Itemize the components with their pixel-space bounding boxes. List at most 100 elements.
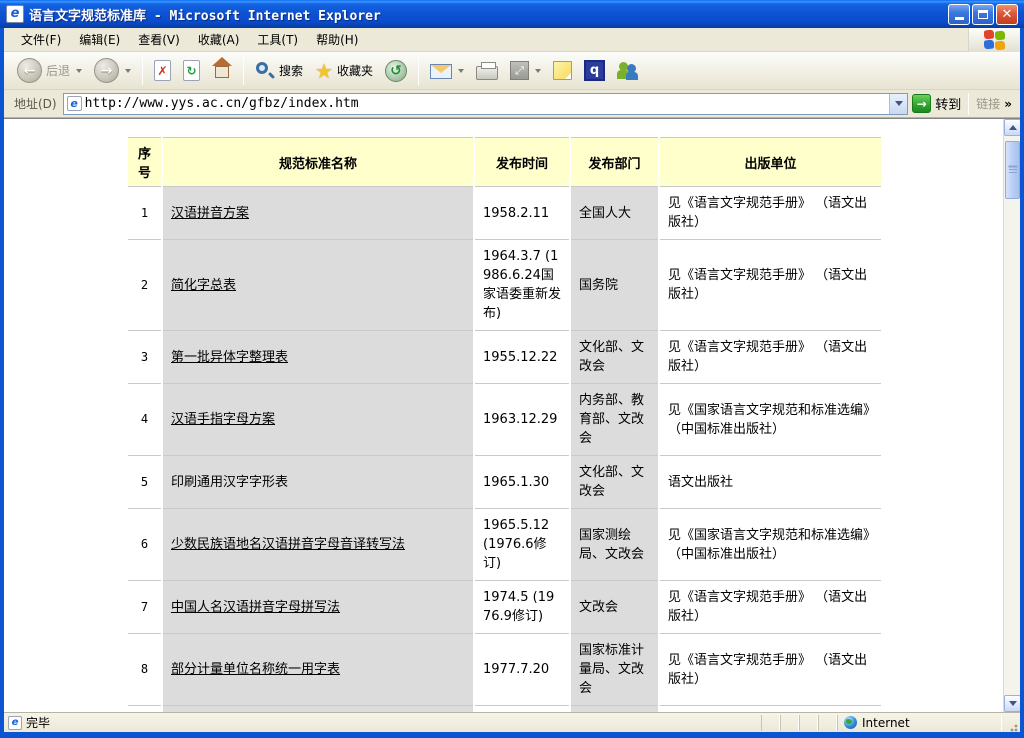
table-row: 1汉语拼音方案1958.2.11全国人大见《语言文字规范手册》 （语文出版社）: [128, 187, 881, 240]
edit-dropdown-icon: [535, 69, 541, 73]
close-button[interactable]: ✕: [996, 4, 1018, 25]
standard-link[interactable]: 汉语手指字母方案: [171, 412, 275, 427]
department-cell: 国家标准计量局、文改会: [571, 634, 658, 706]
forward-button[interactable]: →: [89, 56, 136, 85]
scroll-down-button[interactable]: [1004, 695, 1021, 712]
table-row: 3第一批异体字整理表1955.12.22文化部、文改会见《语言文字规范手册》 （…: [128, 331, 881, 384]
name-cell: 简化字总表: [163, 240, 473, 331]
column-header: 序号: [128, 137, 161, 187]
serial-cell: 4: [128, 384, 161, 456]
standard-link[interactable]: 简化字总表: [171, 278, 236, 293]
publisher-cell: 见《语言文字规范手册》 （语文出版社）: [660, 240, 881, 331]
name-cell: 印刷通用汉字字形表: [163, 456, 473, 509]
history-button[interactable]: ↺: [380, 58, 412, 84]
date-cell: 1965.1.30: [475, 456, 569, 509]
web-page: 序号规范标准名称发布时间发布部门出版单位 1汉语拼音方案1958.2.11全国人…: [4, 119, 1003, 712]
mail-button[interactable]: [425, 60, 469, 81]
standards-table: 序号规范标准名称发布时间发布部门出版单位 1汉语拼音方案1958.2.11全国人…: [126, 137, 883, 712]
links-label[interactable]: 链接: [972, 95, 1004, 112]
table-row: 5印刷通用汉字字形表1965.1.30文化部、文改会语文出版社: [128, 456, 881, 509]
scroll-up-button[interactable]: [1004, 119, 1021, 136]
arrow-up-icon: [1009, 125, 1017, 130]
standard-link[interactable]: 部分计量单位名称统一用字表: [171, 662, 340, 677]
edit-button[interactable]: ⤢: [505, 59, 546, 82]
department-cell: 国家测绘局、文改会: [571, 509, 658, 581]
mail-icon: [430, 64, 452, 79]
discuss-button[interactable]: [548, 59, 577, 82]
maximize-button[interactable]: [972, 4, 994, 25]
name-cell: 汉语手指字母方案: [163, 384, 473, 456]
toolbar-separator: [243, 57, 244, 85]
department-cell: 文化部、文改会: [571, 331, 658, 384]
home-button[interactable]: [207, 58, 237, 83]
standards-table-body: 1汉语拼音方案1958.2.11全国人大见《语言文字规范手册》 （语文出版社）2…: [128, 187, 881, 712]
back-label: 后退: [46, 62, 70, 79]
name-cell: 第一批异体字整理表: [163, 331, 473, 384]
resize-grip[interactable]: [1006, 720, 1018, 732]
stop-button[interactable]: ✗: [149, 58, 176, 83]
window-frame-left: [0, 28, 4, 738]
refresh-button[interactable]: ↻: [178, 58, 205, 83]
history-icon: ↺: [385, 60, 407, 82]
status-text: 完毕: [26, 714, 50, 731]
serial-cell: 6: [128, 509, 161, 581]
menu-item-2[interactable]: 查看(V): [129, 28, 189, 51]
home-icon: [212, 63, 232, 81]
messenger-icon: [617, 61, 639, 81]
mail-dropdown-icon: [458, 69, 464, 73]
serial-cell: 5: [128, 456, 161, 509]
vertical-scrollbar[interactable]: [1003, 119, 1020, 712]
menu-item-0[interactable]: 文件(F): [12, 28, 70, 51]
publisher-cell: 见《语言文字规范手册》 （语文出版社）: [660, 187, 881, 240]
window-frame-bottom: [0, 732, 1024, 738]
name-cell: 中国人名汉语拼音字母拼写法: [163, 581, 473, 634]
links-chevron-icon[interactable]: »: [1004, 97, 1016, 111]
note-icon: [553, 61, 572, 80]
status-subpane: [780, 715, 799, 731]
scrollbar-thumb[interactable]: [1005, 141, 1020, 199]
standard-link[interactable]: 第一批异体字整理表: [171, 350, 288, 365]
publisher-cell: 见《国家语言文字规范和标准选编》（中国标准出版社）: [660, 384, 881, 456]
standard-link[interactable]: 中国人名汉语拼音字母拼写法: [171, 600, 340, 615]
publisher-cell: 见《国家语言文字规范和标准选编》（中国标准出版社）: [660, 509, 881, 581]
favorites-button[interactable]: ★ 收藏夹: [310, 59, 378, 83]
go-arrow-icon: →: [912, 94, 931, 113]
arrow-down-icon: [1009, 701, 1017, 706]
toolbar: ← 后退 → ✗ ↻ 搜索 ★ 收藏夹 ↺ ⤢: [4, 52, 1020, 90]
print-button[interactable]: [471, 60, 503, 82]
back-button[interactable]: ← 后退: [12, 56, 87, 85]
table-row: 2简化字总表1964.3.7 (1986.6.24国家语委重新发布)国务院见《语…: [128, 240, 881, 331]
department-cell: 文化部、文改会: [571, 456, 658, 509]
address-input[interactable]: [85, 96, 890, 111]
messenger-button[interactable]: [612, 59, 644, 83]
security-zone-pane: Internet: [837, 715, 1002, 731]
search-button[interactable]: 搜索: [250, 59, 308, 83]
edit-icon: ⤢: [510, 61, 529, 80]
q-tool-button[interactable]: q: [579, 58, 610, 83]
menu-item-1[interactable]: 编辑(E): [70, 28, 129, 51]
go-button[interactable]: → 转到: [912, 94, 961, 113]
department-cell: 国务院: [571, 240, 658, 331]
menu-bar: 文件(F)编辑(E)查看(V)收藏(A)工具(T)帮助(H): [4, 28, 1020, 52]
name-cell: 部分计量单位名称统一用字表: [163, 634, 473, 706]
close-icon: ✕: [1002, 8, 1013, 21]
minimize-icon: [955, 17, 964, 20]
address-label: 地址(D): [8, 95, 63, 112]
date-cell: 1977.7.20: [475, 634, 569, 706]
serial-cell: 7: [128, 581, 161, 634]
menu-item-3[interactable]: 收藏(A): [189, 28, 249, 51]
search-label: 搜索: [279, 62, 303, 79]
date-cell: 1965.5.12 (1976.6修订): [475, 509, 569, 581]
internet-globe-icon: [844, 716, 857, 729]
standard-link[interactable]: 少数民族语地名汉语拼音字母音译转写法: [171, 537, 405, 552]
address-dropdown-button[interactable]: [889, 94, 907, 114]
column-header: 发布部门: [571, 137, 658, 187]
menu-item-4[interactable]: 工具(T): [248, 28, 307, 51]
minimize-button[interactable]: [948, 4, 970, 25]
publisher-cell: 语文出版社: [660, 456, 881, 509]
menu-item-5[interactable]: 帮助(H): [307, 28, 367, 51]
go-label: 转到: [935, 94, 961, 113]
ie-document-icon: e: [6, 5, 24, 23]
q-icon: q: [584, 60, 605, 81]
standard-link[interactable]: 汉语拼音方案: [171, 206, 249, 221]
